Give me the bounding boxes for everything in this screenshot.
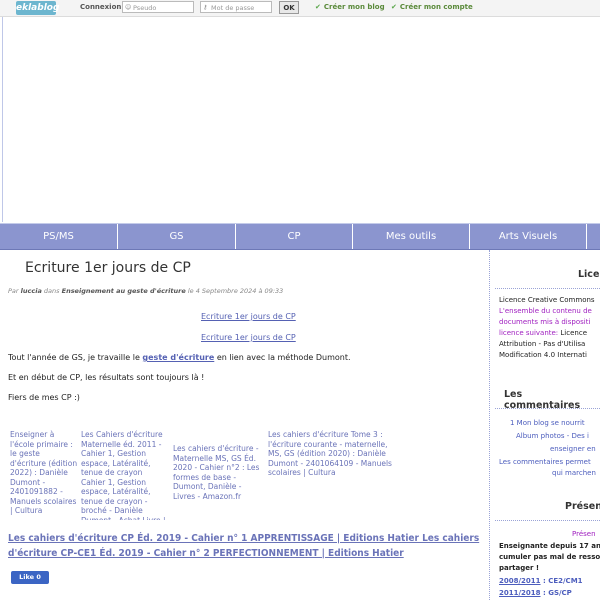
licence-heading: Lice xyxy=(578,269,600,280)
pres-line-5: 2008/2011 : CE2/CM1 xyxy=(499,576,583,587)
meta-author-link[interactable]: luccia xyxy=(21,287,42,295)
pres-line-6-year[interactable]: 2011/2018 xyxy=(499,589,541,597)
comment-line-2[interactable]: Album photos - Des i xyxy=(516,431,589,442)
pres-line-6-class: : GS/CP xyxy=(542,589,572,597)
password-placeholder: Mot de passe xyxy=(211,4,255,12)
licence-line-2: L'ensemble du contenu de xyxy=(499,307,592,315)
nav-item-arts-visuels[interactable]: Arts Visuels xyxy=(470,224,587,249)
nav-item-gs[interactable]: GS xyxy=(118,224,236,249)
nav-item-ps-ms[interactable]: PS/MS xyxy=(0,224,118,249)
licence-line-1[interactable]: Licence Creative Commons xyxy=(499,295,595,306)
book-card-2[interactable]: Les Cahiers d'écriture Maternelle éd. 20… xyxy=(81,430,169,520)
pres-line-3: cumuler pas mal de resso xyxy=(499,553,600,561)
divider xyxy=(495,408,600,409)
presentation-heading: Présen xyxy=(565,501,600,512)
divider xyxy=(495,288,600,289)
comment-line-5[interactable]: qui marchen xyxy=(552,468,596,479)
main-nav: PS/MS GS CP Mes outils Arts Visuels xyxy=(0,223,600,250)
top-bar: eklablog Connexion : ☺ Pseudo ⚷ Mot de p… xyxy=(0,0,600,17)
pseudo-placeholder: Pseudo xyxy=(133,4,157,12)
eklablog-logo[interactable]: eklablog xyxy=(16,1,59,15)
paragraph-1: Tout l'année de GS, je travaille le gest… xyxy=(8,353,351,362)
post-link-1[interactable]: Ecriture 1er jours de CP xyxy=(201,312,296,321)
licence-line-4: licence suivante: Licence xyxy=(499,328,587,339)
create-account-label: Créer mon compte xyxy=(399,3,473,11)
meta-date: le 4 Septembre 2024 à 09:33 xyxy=(187,287,284,295)
licence-line-5[interactable]: Attribution - Pas d'Utilisa xyxy=(499,339,585,350)
licence-line-4-b[interactable]: Licence xyxy=(560,329,587,337)
checkmark-icon: ✔ xyxy=(391,3,397,11)
post-meta: Par luccia dans Enseignement au geste d'… xyxy=(8,287,283,295)
sidebar: Lice Licence Creative Commons L'ensemble… xyxy=(489,250,600,600)
pseudo-input[interactable]: ☺ Pseudo xyxy=(122,1,194,13)
comment-line-1[interactable]: 1 Mon blog se nourrit xyxy=(510,418,585,429)
hatier-links[interactable]: Les cahiers d'écriture CP Éd. 2019 - Cah… xyxy=(8,531,486,561)
book-card-3[interactable]: Les cahiers d'écriture - Maternelle MS, … xyxy=(173,444,261,504)
facebook-like-button[interactable]: Like 0 xyxy=(11,571,49,584)
blog-banner xyxy=(2,17,600,222)
login-ok-button[interactable]: OK xyxy=(279,1,299,14)
meta-category-link[interactable]: Enseignement au geste d'écriture xyxy=(62,287,186,295)
password-input[interactable]: ⚷ Mot de passe xyxy=(200,1,272,13)
comment-line-4[interactable]: Les commentaires permet xyxy=(499,457,591,468)
pres-line-5-year[interactable]: 2008/2011 xyxy=(499,577,541,585)
book-card-4[interactable]: Les cahiers d'écriture Tome 3 : l'écritu… xyxy=(268,430,393,490)
licence-line-3: documents mis à dispositi xyxy=(499,318,591,326)
pres-line-5-class: : CE2/CM1 xyxy=(542,577,583,585)
book-card-1[interactable]: Enseigner à l'école primaire : le geste … xyxy=(10,430,78,520)
licence-line-6[interactable]: Modification 4.0 Internati xyxy=(499,350,587,361)
paragraph-2: Et en début de CP, les résultats sont to… xyxy=(8,373,205,382)
key-icon: ⚷ xyxy=(203,4,208,11)
licence-line-4-a: licence suivante: xyxy=(499,329,559,337)
meta-dans: dans xyxy=(43,287,60,295)
pres-line-4: partager ! xyxy=(499,564,540,572)
para1-before: Tout l'année de GS, je travaille le xyxy=(8,353,140,362)
checkmark-icon: ✔ xyxy=(315,3,321,11)
pres-line-2: Enseignante depuis 17 an xyxy=(499,542,600,550)
connexion-label: Connexion : xyxy=(80,3,127,11)
create-blog-link[interactable]: ✔ Créer mon blog xyxy=(315,3,385,11)
user-icon: ☺ xyxy=(125,4,132,11)
paragraph-3: Fiers de mes CP :) xyxy=(8,393,80,402)
pres-line-1: Présen xyxy=(572,530,596,538)
nav-item-cp[interactable]: CP xyxy=(236,224,353,249)
post-link-2[interactable]: Ecriture 1er jours de CP xyxy=(201,333,296,342)
post-title: Ecriture 1er jours de CP xyxy=(25,260,191,276)
nav-item-mes-outils[interactable]: Mes outils xyxy=(353,224,470,249)
meta-par: Par xyxy=(8,287,19,295)
create-blog-label: Créer mon blog xyxy=(323,3,385,11)
divider xyxy=(495,520,600,521)
pres-line-6: 2011/2018 : GS/CP xyxy=(499,588,572,599)
para1-after: en lien avec la méthode Dumont. xyxy=(216,353,351,362)
geste-ecriture-link[interactable]: geste d'écriture xyxy=(142,353,214,362)
create-account-link[interactable]: ✔ Créer mon compte xyxy=(391,3,473,11)
comment-line-3[interactable]: enseigner en xyxy=(550,444,596,455)
